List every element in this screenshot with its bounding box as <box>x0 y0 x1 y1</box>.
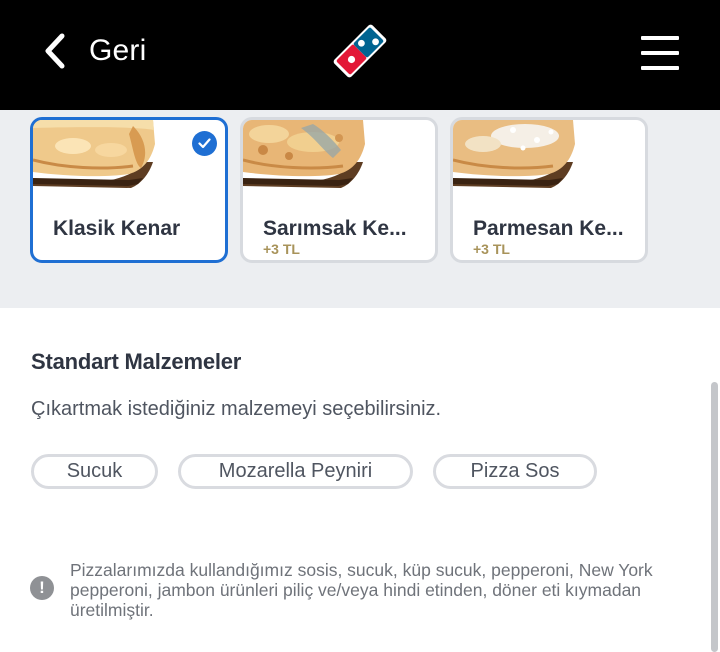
exclamation-circle-icon: ! <box>30 576 54 600</box>
ingredient-chip-mozarella[interactable]: Mozarella Peyniri <box>178 454 413 489</box>
crust-title: Parmesan Ke... <box>473 217 624 240</box>
section-title: Standart Malzemeler <box>31 349 242 374</box>
crust-price: +3 TL <box>263 241 300 257</box>
app-header: Geri <box>0 0 720 110</box>
section-subtitle: Çıkartmak istediğiniz malzemeyi seçebili… <box>31 398 442 420</box>
dominos-logo[interactable] <box>326 18 394 84</box>
crust-card-klasik[interactable]: Klasik Kenar <box>30 117 228 263</box>
crust-title: Sarımsak Ke... <box>263 217 407 240</box>
crust-image <box>243 120 365 188</box>
standard-ingredients-section: Standart Malzemeler Çıkartmak istediğini… <box>0 308 720 652</box>
crust-card-parmesan[interactable]: Parmesan Ke... +3 TL <box>450 117 648 263</box>
crust-card-sarimsak[interactable]: Sarımsak Ke... +3 TL <box>240 117 438 263</box>
crust-image <box>33 120 155 188</box>
crust-price: +3 TL <box>473 241 510 257</box>
back-label: Geri <box>89 34 147 67</box>
ingredient-chip-pizza-sos[interactable]: Pizza Sos <box>433 454 597 489</box>
crust-options-section: Klasik Kenar Sarımsak Ke... +3 TL Parmes… <box>0 110 720 308</box>
chevron-left-icon <box>40 26 76 76</box>
scrollbar[interactable] <box>711 382 718 652</box>
back-button[interactable]: Geri <box>40 26 146 76</box>
hamburger-menu-icon[interactable] <box>641 36 681 72</box>
info-note-text: Pizzalarımızda kullandığımız sosis, sucu… <box>70 560 653 620</box>
ingredient-chip-sucuk[interactable]: Sucuk <box>31 454 158 489</box>
selected-check-icon <box>192 131 217 156</box>
crust-image <box>453 120 575 188</box>
crust-title: Klasik Kenar <box>53 217 181 240</box>
